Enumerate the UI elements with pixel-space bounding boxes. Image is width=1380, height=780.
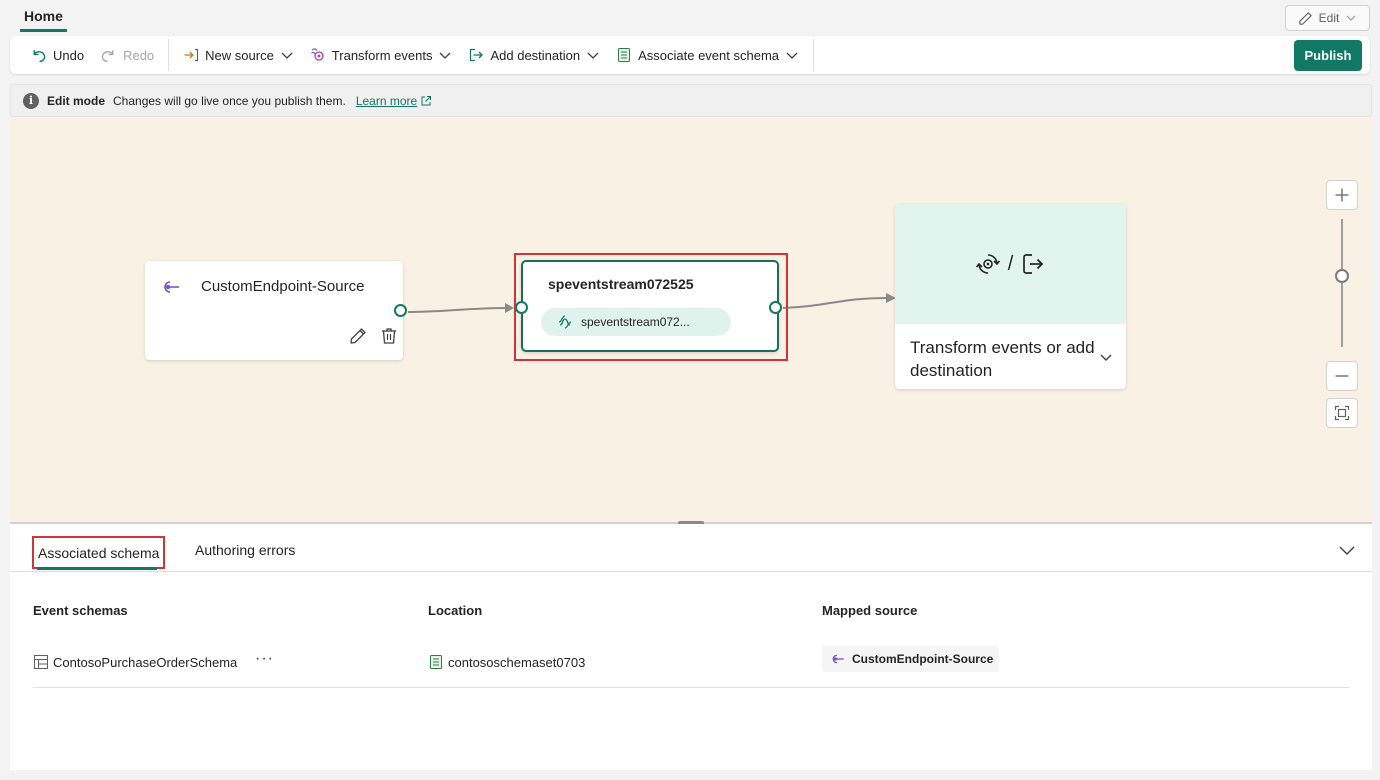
toolbar-divider [168, 39, 170, 71]
new-source-label: New source [205, 47, 274, 63]
tab-home[interactable]: Home [20, 6, 67, 32]
publish-button[interactable]: Publish [1294, 40, 1362, 71]
zoom-slider-thumb[interactable] [1335, 269, 1349, 283]
destination-node[interactable]: / Transform events or add destination [895, 204, 1126, 389]
banner-title: Edit mode [47, 93, 106, 108]
destination-separator: / [1007, 252, 1014, 275]
column-header-location: Location [428, 603, 483, 618]
undo-icon [33, 49, 46, 62]
chevron-down-icon[interactable] [1098, 349, 1114, 365]
schema-cell[interactable]: ContosoPurchaseOrderSchema [33, 654, 237, 670]
eventstream-node-title: speventstream072525 [548, 276, 694, 292]
zoom-out-button[interactable] [1326, 361, 1358, 391]
chevron-down-icon [440, 52, 451, 59]
schema-icon [430, 655, 442, 669]
export-icon [1023, 254, 1044, 274]
transform-events-label: Transform events [331, 47, 433, 63]
transform-gear-icon [975, 254, 1000, 274]
column-header-event-schemas: Event schemas [33, 603, 128, 618]
associate-event-schema-label: Associate event schema [638, 47, 779, 63]
chevron-down-icon [587, 52, 599, 59]
location-cell[interactable]: contososchemaset0703 [428, 654, 585, 670]
undo-button[interactable]: Undo [22, 40, 92, 70]
toolbar-divider [813, 39, 814, 71]
transform-events-button[interactable]: Transform events [302, 40, 461, 70]
add-destination-button[interactable]: Add destination [460, 40, 608, 70]
redo-button[interactable]: Redo [92, 40, 162, 70]
destination-node-label: Transform events or add destination [910, 338, 1095, 380]
connector-stream-to-destination [782, 297, 888, 309]
add-destination-icon [470, 48, 484, 62]
zoom-in-icon [1335, 188, 1349, 202]
more-options-button[interactable]: ··· [255, 650, 274, 668]
chevron-down-icon [786, 52, 798, 59]
add-destination-label: Add destination [490, 47, 581, 63]
redo-icon [101, 49, 114, 62]
transform-icon [310, 48, 324, 61]
column-header-mapped-source: Mapped source [822, 603, 918, 618]
eventstream-node[interactable]: speventstream072525 speventstream072... [521, 260, 779, 352]
redo-label: Redo [123, 47, 155, 63]
source-endpoint-icon [164, 281, 179, 293]
schema-icon [618, 48, 631, 62]
learn-more-link[interactable]: Learn more [356, 94, 432, 108]
delete-icon[interactable] [379, 326, 399, 346]
eventstream-pill-label: speventstream072... [581, 315, 690, 329]
edit-mode-button[interactable]: Edit [1285, 5, 1370, 31]
external-link-icon [421, 95, 432, 105]
active-tab-indicator [37, 567, 157, 570]
zoom-out-icon [1335, 375, 1349, 377]
connector-arrow [505, 303, 514, 313]
eventstream-canvas[interactable]: CustomEndpoint-Source speventstream07252… [10, 118, 1372, 523]
mapped-source-chip[interactable]: CustomEndpoint-Source [822, 646, 1000, 672]
destination-node-header: / [895, 204, 1126, 324]
banner-message: Changes will go live once you publish th… [113, 93, 346, 108]
source-node-label: CustomEndpoint-Source [201, 278, 365, 295]
window-bottom-edge [0, 770, 1380, 780]
schema-name: ContosoPurchaseOrderSchema [53, 654, 238, 670]
mapped-source-name: CustomEndpoint-Source [852, 652, 994, 666]
toolbar: Undo Redo New source Transform events Ad… [10, 36, 1370, 74]
stream-input-port[interactable] [515, 301, 528, 314]
new-source-icon [184, 48, 199, 62]
tab-associated-schema[interactable]: Associated schema [32, 536, 166, 569]
chevron-down-icon[interactable] [1338, 541, 1356, 559]
fit-view-icon [1334, 405, 1350, 421]
connector-source-to-stream [407, 307, 508, 313]
source-node[interactable]: CustomEndpoint-Source [145, 261, 403, 360]
table-row[interactable]: ContosoPurchaseOrderSchema ··· contososc… [33, 642, 1349, 688]
source-endpoint-icon [832, 654, 844, 664]
zoom-in-button[interactable] [1326, 180, 1358, 210]
source-output-port[interactable] [394, 304, 407, 317]
stream-icon [558, 315, 572, 329]
eventstream-pill[interactable]: speventstream072... [541, 308, 731, 336]
fit-view-button[interactable] [1326, 398, 1358, 428]
top-tab-bar [0, 0, 1380, 34]
associate-event-schema-button[interactable]: Associate event schema [608, 40, 807, 70]
pencil-icon[interactable] [348, 326, 368, 346]
pencil-icon [1298, 11, 1312, 25]
chevron-down-icon [1346, 15, 1356, 21]
learn-more-label: Learn more [355, 93, 418, 108]
location-name: contososchemaset0703 [448, 654, 586, 670]
edit-button-label: Edit [1318, 11, 1340, 25]
edit-mode-banner: i Edit mode Changes will go live once yo… [10, 84, 1372, 117]
zoom-slider-track[interactable] [1341, 219, 1343, 347]
new-source-button[interactable]: New source [175, 40, 302, 70]
table-icon [34, 655, 48, 669]
chevron-down-icon [281, 52, 293, 59]
undo-label: Undo [53, 47, 85, 63]
tab-authoring-errors[interactable]: Authoring errors [195, 542, 295, 558]
bottom-panel: Associated schema Authoring errors Event… [10, 524, 1372, 770]
stream-output-port[interactable] [769, 301, 782, 314]
info-icon: i [23, 92, 39, 109]
